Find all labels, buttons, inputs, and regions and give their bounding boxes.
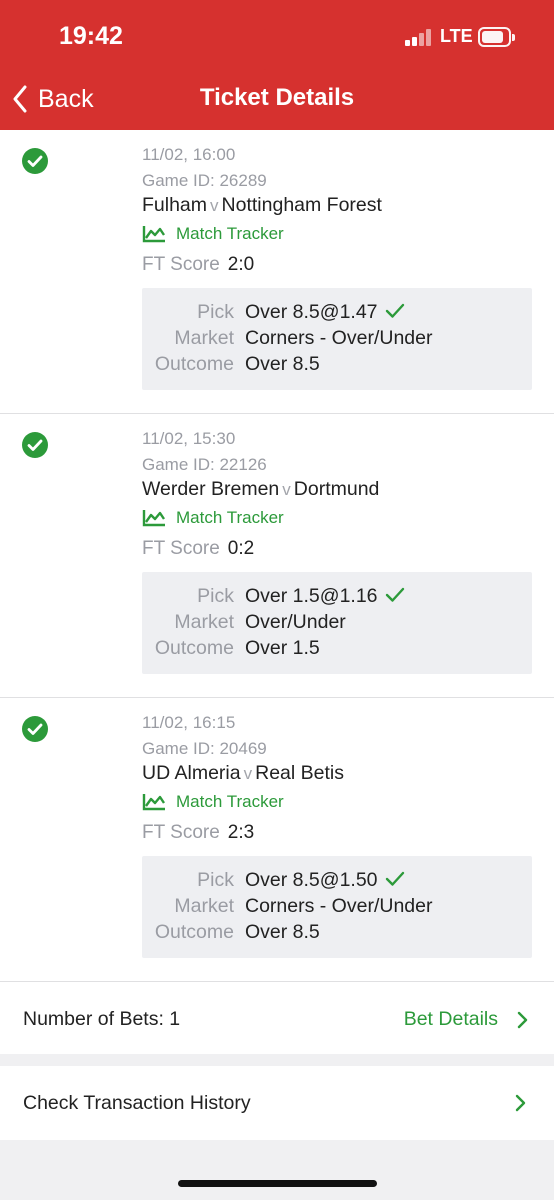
network-label: LTE — [440, 26, 473, 46]
outcome-label: Outcome — [154, 921, 234, 943]
ticket-item: 11/02, 16:00 Game ID: 26289 Fulham v Notti… — [0, 130, 554, 414]
game-id: Game ID: 26289 — [142, 171, 267, 190]
match-tracker-link[interactable]: Match Tracker — [142, 224, 284, 244]
market-label: Market — [174, 895, 234, 917]
transaction-history-label: Check Transaction History — [23, 1092, 251, 1114]
match-datetime: 11/02, 15:30 — [142, 429, 236, 448]
bet-details-label: Bet Details — [403, 1008, 498, 1030]
number-of-bets: Number of Bets: 1 — [23, 1008, 181, 1030]
match-tracker-label: Match Tracker — [176, 508, 284, 527]
market-label: Market — [174, 611, 234, 633]
ticket-item: 11/02, 16:15 Game ID: 20469 UD Almeria v R… — [0, 698, 554, 982]
outcome-value: Over 1.5 — [245, 637, 320, 659]
game-id: Game ID: 20469 — [142, 739, 267, 758]
match-teams: Werder Bremen v Dortmund — [142, 478, 379, 501]
bet-detail-box: Pick Over 1.5@1.16 Market Over/Under Out… — [142, 572, 532, 674]
pick-value: Over 8.5@1.50 — [245, 869, 378, 891]
market-value: Corners - Over/Under — [245, 895, 433, 917]
status-time: 19:42 — [59, 22, 123, 50]
outcome-value: Over 8.5 — [245, 921, 320, 943]
match-tracker-label: Match Tracker — [176, 224, 284, 243]
match-tracker-link[interactable]: Match Tracker — [142, 792, 284, 812]
ft-score: FT Score 2:0 — [142, 254, 254, 276]
ft-score-label: FT Score — [142, 538, 220, 559]
ticket-item: 11/02, 15:30 Game ID: 22126 Werder Breme… — [0, 414, 554, 698]
match-datetime: 11/02, 16:00 — [142, 145, 236, 164]
market-row: Market Corners - Over/Under — [142, 895, 532, 921]
versus-label: v — [282, 480, 291, 499]
home-team: UD Almeria — [142, 762, 241, 784]
outcome-row: Outcome Over 8.5 — [142, 353, 532, 379]
home-indicator[interactable] — [178, 1180, 377, 1187]
check-circle-icon — [22, 432, 48, 458]
home-team: Fulham — [142, 194, 208, 216]
pick-label: Pick — [197, 585, 234, 607]
away-team: Nottingham Forest — [221, 194, 382, 216]
pick-row: Pick Over 8.5@1.50 — [142, 869, 532, 895]
versus-label: v — [243, 764, 253, 783]
outcome-row: Outcome Over 8.5 — [142, 921, 532, 947]
chevron-right-icon — [515, 1094, 526, 1112]
outcome-row: Outcome Over 1.5 — [142, 637, 532, 663]
check-icon — [385, 303, 404, 318]
ft-score: FT Score 0:2 — [142, 538, 254, 560]
game-id: Game ID: 22126 — [142, 455, 267, 474]
page-title: Ticket Details — [199, 84, 355, 111]
signal-icon — [405, 29, 435, 46]
pick-value: Over 8.5@1.47 — [245, 301, 378, 323]
ft-score-label: FT Score — [142, 254, 220, 275]
match-tracker-link[interactable]: Match Tracker — [142, 508, 284, 528]
ft-score-label: FT Score — [142, 822, 220, 843]
transaction-history-row[interactable]: Check Transaction History — [0, 1066, 554, 1140]
bets-summary-row: Number of Bets: 1 Bet Details — [0, 982, 554, 1054]
pick-label: Pick — [197, 869, 234, 891]
battery-icon — [478, 27, 515, 47]
market-value: Over/Under — [245, 611, 346, 633]
chart-line-icon — [142, 510, 165, 527]
check-circle-icon — [22, 716, 48, 742]
pick-value: Over 1.5@1.16 — [245, 585, 378, 607]
market-label: Market — [174, 327, 234, 349]
ft-score-value: 2:0 — [227, 254, 255, 275]
pick-label: Pick — [197, 301, 234, 323]
check-circle-icon — [22, 148, 48, 174]
versus-label: v — [210, 196, 219, 215]
ft-score: FT Score 2:3 — [142, 822, 254, 844]
market-row: Market Corners - Over/Under — [142, 327, 532, 353]
bet-details-link[interactable]: Bet Details — [404, 1008, 528, 1031]
away-team: Real Betis — [255, 762, 344, 784]
outcome-value: Over 8.5 — [245, 353, 320, 375]
market-row: Market Over/Under — [142, 611, 532, 637]
top-bar: 19:42 LTE Back Ticket Details — [0, 0, 554, 130]
bet-detail-box: Pick Over 8.5@1.47 Market Corners - Over… — [142, 288, 532, 390]
outcome-label: Outcome — [154, 637, 234, 659]
check-icon — [385, 871, 404, 886]
pick-row: Pick Over 8.5@1.47 — [142, 301, 532, 327]
match-teams: Fulham v Nottingham Forest — [142, 194, 382, 217]
outcome-label: Outcome — [154, 353, 234, 375]
home-team: Werder Bremen — [142, 478, 280, 500]
check-icon — [385, 587, 404, 602]
market-value: Corners - Over/Under — [245, 327, 433, 349]
match-datetime: 11/02, 16:15 — [142, 713, 236, 732]
chart-line-icon — [142, 794, 165, 811]
match-teams: UD Almeria v Real Betis — [142, 762, 344, 785]
ft-score-value: 0:2 — [227, 538, 255, 559]
match-tracker-label: Match Tracker — [176, 792, 284, 811]
bet-detail-box: Pick Over 8.5@1.50 Market Corners - Over… — [142, 856, 532, 958]
chart-line-icon — [142, 226, 165, 243]
away-team: Dortmund — [293, 478, 380, 500]
chevron-right-icon — [517, 1011, 528, 1028]
ft-score-value: 2:3 — [227, 822, 255, 843]
pick-row: Pick Over 1.5@1.16 — [142, 585, 532, 611]
